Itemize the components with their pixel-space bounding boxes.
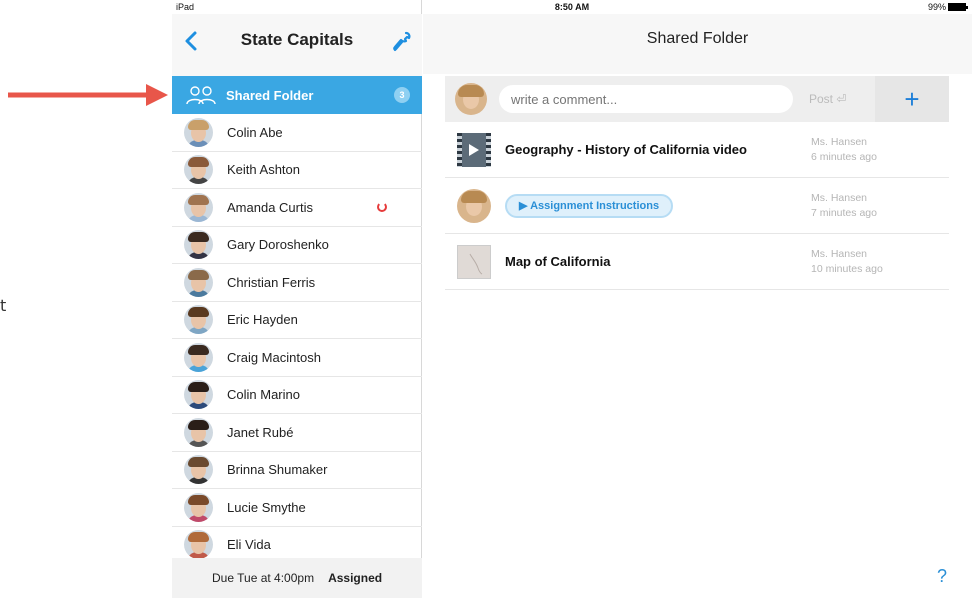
student-row[interactable]: Brinna Shumaker [172,452,422,489]
student-avatar [184,342,213,372]
student-row[interactable]: Amanda Curtis [172,189,422,227]
student-name: Lucie Smythe [227,499,306,515]
student-avatar [184,117,213,147]
feed-item-author: Ms. Hansen [811,248,868,260]
annotation-arrow [8,84,168,106]
student-avatar [184,380,213,410]
shared-folder-label: Shared Folder [226,87,314,103]
student-name: Amanda Curtis [227,199,313,215]
assignment-status-label[interactable]: Assigned [328,571,382,585]
student-row[interactable]: Keith Ashton [172,152,422,189]
main-panel: Shared Folder Post ⏎ + Geography - Histo… [423,0,972,598]
feed-item-time: 6 minutes ago [811,151,877,163]
wrench-icon[interactable] [392,30,412,52]
student-avatar [184,155,213,185]
feed-item-image[interactable]: Map of California Ms. Hansen 10 minutes … [445,234,949,290]
student-name: Eric Hayden [227,312,298,328]
feed-item-meta: Ms. Hansen 6 minutes ago [811,135,877,165]
feed-item-audio[interactable]: ▶ Assignment Instructions Ms. Hansen 7 m… [445,178,949,234]
feed-item-author: Ms. Hansen [811,136,868,148]
student-name: Eli Vida [227,537,271,553]
add-button[interactable]: + [875,76,949,122]
feed-item-title: Geography - History of California video [505,142,747,157]
student-name: Brinna Shumaker [227,462,328,478]
student-row[interactable]: Eric Hayden [172,302,422,339]
student-row[interactable]: Gary Doroshenko [172,227,422,264]
sidebar-title: State Capitals [240,30,354,49]
feed-item-author: Ms. Hansen [811,192,868,204]
student-name: Colin Abe [227,124,283,140]
in-progress-status-icon [377,202,387,212]
student-name: Keith Ashton [227,162,300,178]
student-avatar [184,267,213,297]
student-avatar [184,192,213,222]
student-avatar [184,230,213,260]
student-avatar [184,305,213,335]
student-row[interactable]: Lucie Smythe [172,489,422,527]
student-row[interactable]: Colin Marino [172,377,422,414]
sidebar: State Capitals Shared Folder 3 Colin Abe… [172,0,422,598]
comment-composer: Post ⏎ + [445,76,949,122]
student-name: Christian Ferris [227,274,316,290]
student-avatar [184,492,213,522]
due-date-label: Due Tue at 4:00pm [212,571,315,585]
teacher-avatar [455,83,487,115]
cropped-edge-text: t [0,296,7,315]
feed-item-meta: Ms. Hansen 10 minutes ago [811,247,883,277]
main-title: Shared Folder [646,30,749,47]
assignment-instructions-label: ▶ Assignment Instructions [519,200,660,212]
shared-folder-row[interactable]: Shared Folder 3 [172,76,422,114]
help-button[interactable]: ? [937,566,947,587]
sidebar-header-spacer [172,58,422,76]
comment-input[interactable] [499,85,793,113]
status-bar: iPad 8:50 AM 99% [172,0,972,14]
clock: 8:50 AM [554,2,590,12]
sidebar-footer: Due Tue at 4:00pm Assigned [172,558,422,598]
student-avatar [184,455,213,485]
student-name: Colin Marino [227,387,300,403]
group-icon [186,86,216,105]
student-list: Colin Abe Keith Ashton Amanda Curtis Gary D… [172,114,422,564]
battery-icon [948,3,968,11]
student-row[interactable]: Colin Abe [172,114,422,152]
student-name: Janet Rubé [227,424,294,440]
student-row[interactable]: Janet Rubé [172,414,422,452]
ipad-screen: State Capitals Shared Folder 3 Colin Abe… [172,0,972,598]
battery-indicator: 99% [927,2,968,12]
teacher-avatar [457,188,491,223]
student-name: Craig Macintosh [227,349,321,365]
assignment-instructions-button[interactable]: ▶ Assignment Instructions [505,193,674,218]
post-button[interactable]: Post ⏎ [809,92,846,106]
feed: Geography - History of California video … [445,122,949,290]
student-avatar [184,530,213,560]
map-thumbnail-icon [457,244,491,279]
student-name: Gary Doroshenko [227,237,329,253]
feed-item-title: Map of California [505,254,611,269]
feed-item-time: 7 minutes ago [811,207,877,219]
battery-percent: 99% [927,2,946,12]
student-avatar [184,417,213,447]
feed-item-time: 10 minutes ago [811,263,883,275]
video-icon [457,132,491,167]
feed-item-video[interactable]: Geography - History of California video … [445,122,949,178]
student-row[interactable]: Craig Macintosh [172,339,422,377]
plus-icon: + [904,84,920,114]
student-row[interactable]: Christian Ferris [172,264,422,302]
feed-item-meta: Ms. Hansen 7 minutes ago [811,191,877,221]
main-header: Shared Folder [423,14,972,74]
shared-folder-count-badge: 3 [394,87,410,103]
